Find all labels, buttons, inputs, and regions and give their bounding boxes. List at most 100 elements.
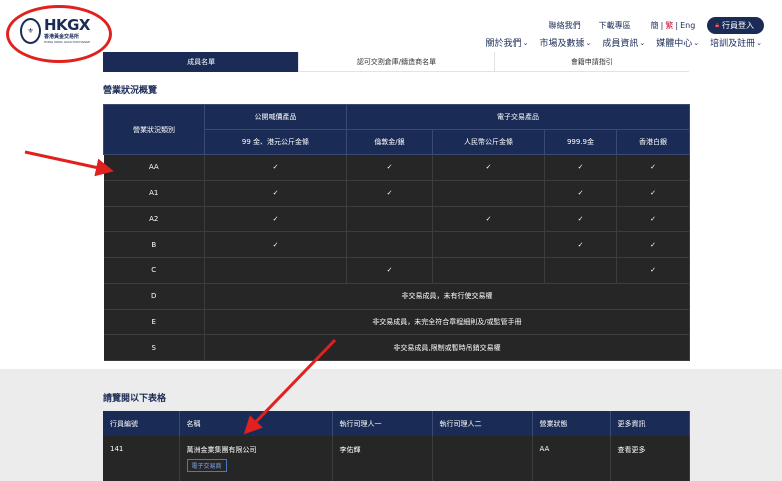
check-icon: ✓ bbox=[544, 231, 617, 258]
status-category: A1 bbox=[103, 180, 205, 207]
status-description: 非交易成員,限制或暫時吊銷交易權 bbox=[204, 334, 690, 361]
chevron-down-icon: ⌄ bbox=[522, 38, 529, 47]
status-row: AA ✓ ✓ ✓ ✓ ✓ bbox=[103, 154, 690, 181]
col-header: 倫敦金/銀 bbox=[346, 129, 433, 155]
chevron-down-icon: ⌄ bbox=[756, 38, 762, 47]
empty-cell bbox=[432, 231, 545, 258]
chevron-down-icon: ⌄ bbox=[693, 38, 700, 47]
dealer-tag: 電子交易商 bbox=[186, 459, 227, 472]
col-header: 執行司理人一 bbox=[332, 411, 433, 436]
check-icon: ✓ bbox=[544, 154, 617, 181]
col-header: 香港白銀 bbox=[616, 129, 690, 155]
check-icon: ✓ bbox=[346, 180, 433, 207]
col-header: 人民幣公斤金條 bbox=[432, 129, 545, 155]
member-section-title: 請覽閱以下表格 bbox=[103, 394, 167, 404]
hkgx-logo[interactable]: ⚜ HKGX 香港黃金交易所 HONG KONG GOLD EXCHANGE bbox=[20, 14, 91, 48]
col-header: 99 金、港元公斤金條 bbox=[204, 129, 347, 155]
emblem-icon: ⚜ bbox=[20, 18, 41, 44]
member-name[interactable]: 萬洲金業集團有限公司 bbox=[187, 445, 332, 455]
col-header: 名稱 bbox=[179, 411, 333, 436]
manager-one: 李佑輝 bbox=[332, 436, 433, 481]
lang-simplified[interactable]: 簡 bbox=[651, 21, 659, 30]
check-icon: ✓ bbox=[544, 180, 617, 207]
check-icon: ✓ bbox=[616, 154, 690, 181]
col-header: 營業狀態 bbox=[532, 411, 611, 436]
tab-member-list[interactable]: 成員名單 bbox=[103, 52, 299, 72]
status-category: C bbox=[103, 257, 205, 284]
logo-title: HKGX bbox=[43, 16, 91, 34]
utility-bar: 聯絡我們 下載專區 簡 | 繁 | Eng 🔒︎ 行員登入 bbox=[549, 17, 764, 34]
check-icon: ✓ bbox=[346, 154, 433, 181]
check-icon: ✓ bbox=[616, 257, 690, 284]
check-icon: ✓ bbox=[616, 231, 690, 258]
empty-cell bbox=[204, 257, 347, 284]
manager-two bbox=[432, 436, 533, 481]
nav-about[interactable]: 關於我們 ⌄ bbox=[486, 36, 529, 50]
more-info-link[interactable]: 查看更多 bbox=[610, 436, 690, 481]
status-category: AA bbox=[103, 154, 205, 181]
status-description: 非交易成員，未有行使交易權 bbox=[204, 283, 690, 310]
tab-warehouses[interactable]: 認可交割倉庫/鑄造商名單 bbox=[298, 52, 494, 72]
status-category: A2 bbox=[103, 206, 205, 233]
status-row: D 非交易成員，未有行使交易權 bbox=[103, 283, 690, 310]
lang-english[interactable]: Eng bbox=[680, 21, 695, 30]
nav-members[interactable]: 成員資訊 ⌄ bbox=[602, 36, 646, 50]
tab-membership-guide[interactable]: 會籍申請指引 bbox=[493, 52, 689, 72]
category-header: 營業狀況類別 bbox=[103, 104, 205, 155]
arrow-to-aa bbox=[24, 150, 114, 177]
status-description: 非交易成員，未完全符合章程細則及/或監管手冊 bbox=[204, 309, 690, 336]
business-status: AA bbox=[532, 436, 611, 481]
status-row: B ✓ ✓ ✓ bbox=[103, 231, 690, 258]
status-category: D bbox=[103, 283, 205, 310]
empty-cell bbox=[432, 257, 545, 284]
empty-cell bbox=[432, 180, 545, 207]
chevron-down-icon: ⌄ bbox=[585, 38, 592, 47]
open-outcry-header: 公開喊價產品 bbox=[204, 104, 347, 130]
status-row: A2 ✓ ✓ ✓ ✓ bbox=[103, 206, 690, 233]
empty-cell bbox=[346, 206, 433, 233]
status-row: A1 ✓ ✓ ✓ ✓ bbox=[103, 180, 690, 207]
contact-link[interactable]: 聯絡我們 bbox=[549, 20, 581, 31]
language-switcher: 簡 | 繁 | Eng bbox=[650, 21, 696, 30]
status-row: S 非交易成員,限制或暫時吊銷交易權 bbox=[103, 334, 690, 361]
check-icon: ✓ bbox=[204, 180, 347, 207]
login-label: 行員登入 bbox=[722, 21, 754, 30]
col-header: 999.9金 bbox=[544, 129, 617, 155]
member-table: 行員編號 名稱 執行司理人一 執行司理人二 營業狀態 更多資訊 141 萬洲金業… bbox=[103, 411, 690, 481]
status-category: B bbox=[103, 231, 205, 258]
nav-media[interactable]: 媒體中心 ⌄ bbox=[656, 36, 700, 50]
lang-traditional[interactable]: 繁 bbox=[665, 21, 673, 30]
check-icon: ✓ bbox=[432, 154, 545, 181]
status-row: E 非交易成員，未完全符合章程細則及/或監管手冊 bbox=[103, 309, 690, 336]
status-table: 營業狀況類別 公開喊價產品 電子交易產品 99 金、港元公斤金條 倫敦金/銀 人… bbox=[103, 104, 690, 361]
check-icon: ✓ bbox=[204, 154, 347, 181]
nav-training[interactable]: 培訓及註冊 ⌄ bbox=[710, 36, 762, 50]
check-icon: ✓ bbox=[616, 206, 690, 233]
check-icon: ✓ bbox=[544, 206, 617, 233]
col-header: 行員編號 bbox=[103, 411, 180, 436]
check-icon: ✓ bbox=[204, 206, 347, 233]
logo-subtitle-en: HONG KONG GOLD EXCHANGE bbox=[43, 40, 90, 44]
lock-icon: 🔒︎ bbox=[715, 21, 719, 29]
col-header: 執行司理人二 bbox=[432, 411, 533, 436]
check-icon: ✓ bbox=[204, 231, 347, 258]
col-header: 更多資訊 bbox=[610, 411, 690, 436]
electronic-header: 電子交易產品 bbox=[346, 104, 690, 130]
member-tabs: 成員名單 認可交割倉庫/鑄造商名單 會籍申請指引 bbox=[103, 52, 689, 72]
status-category: S bbox=[103, 334, 205, 361]
status-section-title: 營業狀況概覽 bbox=[103, 86, 158, 96]
check-icon: ✓ bbox=[616, 180, 690, 207]
status-category: E bbox=[103, 309, 205, 336]
member-name-cell: 萬洲金業集團有限公司 電子交易商 bbox=[179, 436, 333, 481]
page: ⚜ HKGX 香港黃金交易所 HONG KONG GOLD EXCHANGE 聯… bbox=[0, 0, 782, 481]
empty-cell bbox=[544, 257, 617, 284]
chevron-down-icon: ⌄ bbox=[639, 38, 646, 47]
nav-market[interactable]: 市場及數據 ⌄ bbox=[539, 36, 592, 50]
check-icon: ✓ bbox=[432, 206, 545, 233]
member-login-button[interactable]: 🔒︎ 行員登入 bbox=[707, 17, 764, 34]
main-nav: 關於我們 ⌄ 市場及數據 ⌄ 成員資訊 ⌄ 媒體中心 ⌄ 培訓及註冊 ⌄ bbox=[475, 36, 762, 50]
empty-cell bbox=[346, 231, 433, 258]
download-link[interactable]: 下載專區 bbox=[599, 20, 631, 31]
member-id: 141 bbox=[103, 436, 180, 481]
status-row: C ✓ ✓ bbox=[103, 257, 690, 284]
